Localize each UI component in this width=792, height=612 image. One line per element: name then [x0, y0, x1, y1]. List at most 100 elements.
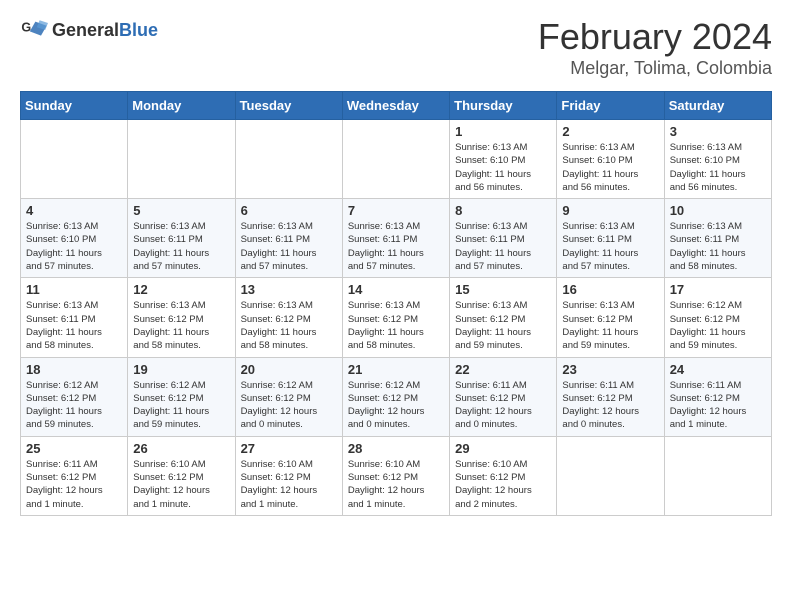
day-cell-10: 10 Sunrise: 6:13 AMSunset: 6:11 PMDayligh…	[664, 199, 771, 278]
day-info: Sunrise: 6:10 AMSunset: 6:12 PMDaylight:…	[241, 458, 337, 511]
empty-cell	[664, 436, 771, 515]
week-row-4: 18 Sunrise: 6:12 AMSunset: 6:12 PMDayligh…	[21, 357, 772, 436]
day-info: Sunrise: 6:12 AMSunset: 6:12 PMDaylight:…	[670, 299, 766, 352]
day-number: 8	[455, 203, 551, 218]
weekday-header-row: SundayMondayTuesdayWednesdayThursdayFrid…	[21, 92, 772, 120]
day-number: 14	[348, 282, 444, 297]
day-info: Sunrise: 6:10 AMSunset: 6:12 PMDaylight:…	[455, 458, 551, 511]
day-info: Sunrise: 6:13 AMSunset: 6:10 PMDaylight:…	[26, 220, 122, 273]
day-cell-19: 19 Sunrise: 6:12 AMSunset: 6:12 PMDayligh…	[128, 357, 235, 436]
day-cell-7: 7 Sunrise: 6:13 AMSunset: 6:11 PMDaylight…	[342, 199, 449, 278]
day-info: Sunrise: 6:13 AMSunset: 6:12 PMDaylight:…	[455, 299, 551, 352]
day-info: Sunrise: 6:10 AMSunset: 6:12 PMDaylight:…	[348, 458, 444, 511]
weekday-header-monday: Monday	[128, 92, 235, 120]
day-info: Sunrise: 6:12 AMSunset: 6:12 PMDaylight:…	[241, 379, 337, 432]
day-info: Sunrise: 6:13 AMSunset: 6:12 PMDaylight:…	[562, 299, 658, 352]
day-cell-28: 28 Sunrise: 6:10 AMSunset: 6:12 PMDayligh…	[342, 436, 449, 515]
week-row-3: 11 Sunrise: 6:13 AMSunset: 6:11 PMDayligh…	[21, 278, 772, 357]
day-number: 13	[241, 282, 337, 297]
week-row-2: 4 Sunrise: 6:13 AMSunset: 6:10 PMDaylight…	[21, 199, 772, 278]
day-info: Sunrise: 6:13 AMSunset: 6:11 PMDaylight:…	[133, 220, 229, 273]
day-number: 25	[26, 441, 122, 456]
day-info: Sunrise: 6:13 AMSunset: 6:11 PMDaylight:…	[348, 220, 444, 273]
day-cell-9: 9Sunrise: 6:13 AMSunset: 6:11 PMDaylight…	[557, 199, 664, 278]
day-cell-25: 25 Sunrise: 6:11 AMSunset: 6:12 PMDayligh…	[21, 436, 128, 515]
day-info: Sunrise: 6:13 AMSunset: 6:10 PMDaylight:…	[562, 141, 658, 194]
day-info: Sunrise: 6:13 AMSunset: 6:11 PMDaylight:…	[455, 220, 551, 273]
day-info: Sunrise: 6:12 AMSunset: 6:12 PMDaylight:…	[133, 379, 229, 432]
logo: G GeneralBlue	[20, 16, 158, 44]
day-number: 4	[26, 203, 122, 218]
day-number: 5	[133, 203, 229, 218]
day-info: Sunrise: 6:11 AMSunset: 6:12 PMDaylight:…	[670, 379, 766, 432]
day-cell-8: 8 Sunrise: 6:13 AMSunset: 6:11 PMDaylight…	[450, 199, 557, 278]
day-number: 29	[455, 441, 551, 456]
day-cell-15: 15 Sunrise: 6:13 AMSunset: 6:12 PMDayligh…	[450, 278, 557, 357]
day-cell-22: 22 Sunrise: 6:11 AMSunset: 6:12 PMDayligh…	[450, 357, 557, 436]
day-cell-3: 3 Sunrise: 6:13 AMSunset: 6:10 PMDaylight…	[664, 120, 771, 199]
day-number: 22	[455, 362, 551, 377]
day-info: Sunrise: 6:13 AMSunset: 6:11 PMDaylight:…	[562, 220, 658, 273]
day-info: Sunrise: 6:11 AMSunset: 6:12 PMDaylight:…	[455, 379, 551, 432]
weekday-header-friday: Friday	[557, 92, 664, 120]
month-title: February 2024	[538, 16, 772, 58]
weekday-header-thursday: Thursday	[450, 92, 557, 120]
day-number: 26	[133, 441, 229, 456]
day-number: 27	[241, 441, 337, 456]
day-info: Sunrise: 6:13 AMSunset: 6:12 PMDaylight:…	[241, 299, 337, 352]
day-info: Sunrise: 6:13 AMSunset: 6:11 PMDaylight:…	[670, 220, 766, 273]
day-info: Sunrise: 6:12 AMSunset: 6:12 PMDaylight:…	[348, 379, 444, 432]
day-number: 28	[348, 441, 444, 456]
header: G GeneralBlue February 2024 Melgar, Toli…	[20, 16, 772, 79]
day-number: 23	[562, 362, 658, 377]
day-cell-21: 21 Sunrise: 6:12 AMSunset: 6:12 PMDayligh…	[342, 357, 449, 436]
day-cell-13: 13 Sunrise: 6:13 AMSunset: 6:12 PMDayligh…	[235, 278, 342, 357]
day-info: Sunrise: 6:13 AMSunset: 6:10 PMDaylight:…	[455, 141, 551, 194]
day-info: Sunrise: 6:11 AMSunset: 6:12 PMDaylight:…	[26, 458, 122, 511]
day-cell-6: 6 Sunrise: 6:13 AMSunset: 6:11 PMDaylight…	[235, 199, 342, 278]
day-cell-26: 26 Sunrise: 6:10 AMSunset: 6:12 PMDayligh…	[128, 436, 235, 515]
weekday-header-tuesday: Tuesday	[235, 92, 342, 120]
day-info: Sunrise: 6:13 AMSunset: 6:10 PMDaylight:…	[670, 141, 766, 194]
day-info: Sunrise: 6:13 AMSunset: 6:12 PMDaylight:…	[133, 299, 229, 352]
day-info: Sunrise: 6:13 AMSunset: 6:11 PMDaylight:…	[241, 220, 337, 273]
empty-cell	[128, 120, 235, 199]
day-number: 16	[562, 282, 658, 297]
day-info: Sunrise: 6:10 AMSunset: 6:12 PMDaylight:…	[133, 458, 229, 511]
day-number: 18	[26, 362, 122, 377]
empty-cell	[342, 120, 449, 199]
day-number: 24	[670, 362, 766, 377]
day-number: 2	[562, 124, 658, 139]
day-cell-29: 29 Sunrise: 6:10 AMSunset: 6:12 PMDayligh…	[450, 436, 557, 515]
day-cell-12: 12Sunrise: 6:13 AMSunset: 6:12 PMDayligh…	[128, 278, 235, 357]
day-cell-1: 1 Sunrise: 6:13 AMSunset: 6:10 PMDaylight…	[450, 120, 557, 199]
weekday-header-wednesday: Wednesday	[342, 92, 449, 120]
day-number: 11	[26, 282, 122, 297]
day-cell-23: 23Sunrise: 6:11 AMSunset: 6:12 PMDayligh…	[557, 357, 664, 436]
weekday-header-saturday: Saturday	[664, 92, 771, 120]
empty-cell	[21, 120, 128, 199]
calendar-table: SundayMondayTuesdayWednesdayThursdayFrid…	[20, 91, 772, 516]
day-number: 7	[348, 203, 444, 218]
day-number: 10	[670, 203, 766, 218]
week-row-1: 1 Sunrise: 6:13 AMSunset: 6:10 PMDaylight…	[21, 120, 772, 199]
day-number: 15	[455, 282, 551, 297]
logo-text-blue: Blue	[119, 20, 158, 40]
day-cell-27: 27 Sunrise: 6:10 AMSunset: 6:12 PMDayligh…	[235, 436, 342, 515]
empty-cell	[557, 436, 664, 515]
day-cell-16: 16 Sunrise: 6:13 AMSunset: 6:12 PMDayligh…	[557, 278, 664, 357]
day-number: 3	[670, 124, 766, 139]
day-number: 17	[670, 282, 766, 297]
day-number: 20	[241, 362, 337, 377]
day-number: 6	[241, 203, 337, 218]
day-cell-20: 20 Sunrise: 6:12 AMSunset: 6:12 PMDayligh…	[235, 357, 342, 436]
day-cell-2: 2 Sunrise: 6:13 AMSunset: 6:10 PMDaylight…	[557, 120, 664, 199]
day-info: Sunrise: 6:13 AMSunset: 6:11 PMDaylight:…	[26, 299, 122, 352]
day-cell-24: 24 Sunrise: 6:11 AMSunset: 6:12 PMDayligh…	[664, 357, 771, 436]
day-number: 1	[455, 124, 551, 139]
logo-icon: G	[20, 16, 48, 44]
day-cell-5: 5 Sunrise: 6:13 AMSunset: 6:11 PMDaylight…	[128, 199, 235, 278]
day-number: 19	[133, 362, 229, 377]
day-number: 21	[348, 362, 444, 377]
week-row-5: 25 Sunrise: 6:11 AMSunset: 6:12 PMDayligh…	[21, 436, 772, 515]
